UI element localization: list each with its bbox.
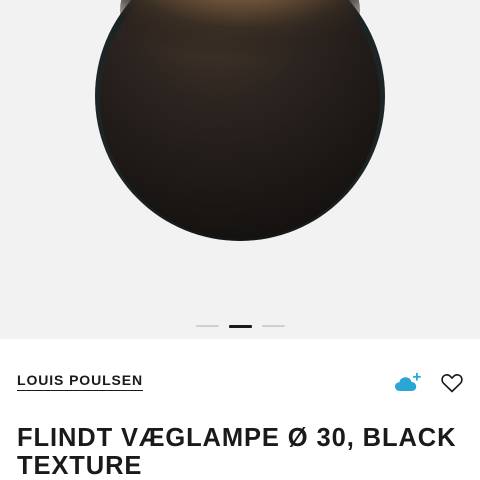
product-page: LOUIS POULSEN FLINDT VÆGLAMPE Ø 30, BLAC… (0, 0, 480, 480)
favorite-button[interactable] (440, 371, 464, 395)
carousel-dot-active[interactable] (228, 324, 252, 328)
carousel-indicator (0, 323, 480, 329)
cloud-add-button[interactable] (394, 372, 422, 396)
brand-link[interactable]: LOUIS POULSEN (17, 372, 144, 391)
carousel-dot[interactable] (195, 325, 219, 327)
product-image (95, 0, 385, 241)
product-image-gallery[interactable] (0, 0, 480, 339)
product-title: FLINDT VÆGLAMPE Ø 30, BLACK TEXTURE (17, 424, 457, 480)
product-info: LOUIS POULSEN FLINDT VÆGLAMPE Ø 30, BLAC… (0, 339, 480, 480)
cloud-plus-icon (395, 373, 421, 391)
heart-icon (441, 374, 463, 393)
carousel-dot[interactable] (261, 325, 285, 327)
